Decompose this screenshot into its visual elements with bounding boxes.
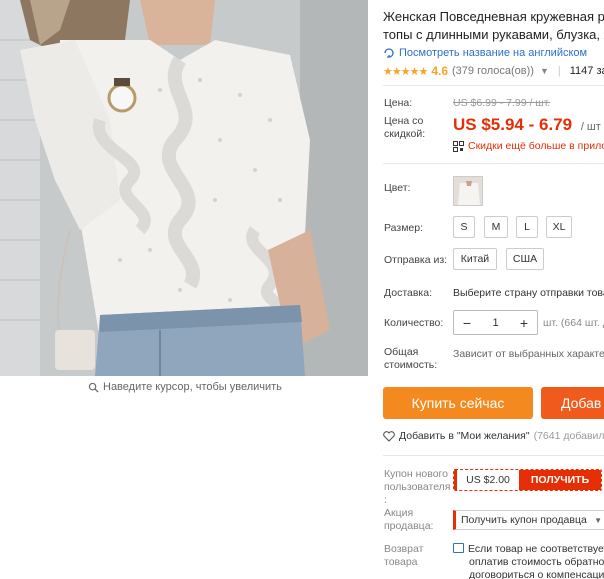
divider bbox=[383, 455, 604, 456]
size-option-s[interactable]: S bbox=[453, 216, 475, 238]
quantity-input[interactable]: 1 bbox=[492, 317, 498, 329]
divider bbox=[383, 163, 604, 164]
size-label: Размер: bbox=[384, 222, 424, 234]
divider bbox=[383, 85, 604, 86]
product-title-line-1: Женская Повседневная кружевная ру bbox=[383, 9, 604, 24]
discount-price: US $5.94 - 6.79 / шт bbox=[453, 115, 601, 135]
total-label: Общая стоимость: bbox=[384, 346, 438, 371]
size-option-l[interactable]: L bbox=[516, 216, 538, 238]
return-text-2: оплатив стоимость обратно bbox=[469, 556, 604, 568]
color-label: Цвет: bbox=[384, 182, 411, 194]
return-text-3: договориться о компенсаци bbox=[469, 569, 604, 579]
product-main-image[interactable] bbox=[0, 0, 368, 376]
magnifier-icon bbox=[88, 382, 99, 393]
new-user-coupon-label: Купон нового пользователя : bbox=[384, 468, 451, 506]
add-to-cart-button[interactable]: Добав bbox=[541, 387, 604, 419]
new-user-coupon: US $2.00 ПОЛУЧИТЬ bbox=[453, 469, 602, 491]
ship-from-china[interactable]: Китай bbox=[453, 248, 497, 270]
app-discount-link[interactable]: Скидки ещё больше в прило bbox=[453, 140, 604, 152]
price-unit: / шт bbox=[580, 121, 601, 133]
zoom-hint: Наведите курсор, чтобы увеличить bbox=[88, 381, 282, 393]
quantity-stepper: − 1 + bbox=[453, 310, 538, 335]
wishlist-count: (7641 добавили bbox=[533, 430, 604, 442]
translate-icon bbox=[384, 48, 394, 58]
qr-code-icon bbox=[453, 140, 464, 152]
quantity-label: Количество: bbox=[384, 317, 444, 329]
discount-price-label: Цена со скидкой: bbox=[384, 115, 426, 140]
old-price: US $6.99 - 7.99 / шт. bbox=[453, 97, 551, 109]
return-label: Возврат товара bbox=[384, 543, 424, 568]
rating-row: ★★★★★ 4.6 (379 голоса(ов)) ▼ | 1147 за bbox=[383, 64, 604, 78]
return-policy-icon bbox=[453, 543, 464, 553]
price-label: Цена: bbox=[384, 97, 413, 109]
coupon-amount: US $2.00 bbox=[454, 470, 519, 490]
seller-coupon-select[interactable]: Получить купон продавца ▼ bbox=[453, 510, 604, 530]
return-text-1: Если товар не соответствует bbox=[468, 543, 604, 555]
quantity-increase-button[interactable]: + bbox=[517, 315, 531, 331]
chevron-down-icon: ▼ bbox=[594, 515, 602, 525]
wishlist-text: Добавить в "Мои желания" bbox=[399, 430, 530, 442]
product-title-line-2: топы с длинными рукавами, блузка, ж bbox=[383, 27, 604, 42]
delivery-label: Доставка: bbox=[384, 287, 433, 299]
product-photo-illustration bbox=[0, 0, 368, 376]
total-value: Зависит от выбранных характер bbox=[453, 348, 604, 360]
color-swatch-white[interactable] bbox=[453, 176, 483, 206]
size-option-xl[interactable]: XL bbox=[546, 216, 572, 238]
discount-price-value: US $5.94 - 6.79 bbox=[453, 115, 573, 134]
wishlist-link[interactable]: Добавить в "Мои желания" (7641 добавили bbox=[383, 430, 604, 442]
get-coupon-button[interactable]: ПОЛУЧИТЬ bbox=[519, 470, 601, 490]
delivery-value: Выберите страну отправки това bbox=[453, 287, 604, 299]
quantity-decrease-button[interactable]: − bbox=[460, 315, 474, 331]
size-option-m[interactable]: M bbox=[484, 216, 508, 238]
ship-from-label: Отправка из: bbox=[384, 254, 448, 266]
return-policy: Если товар не соответствует оплатив стои… bbox=[453, 543, 604, 579]
zoom-hint-text: Наведите курсор, чтобы увеличить bbox=[103, 381, 282, 393]
translate-title-text: Посмотреть название на английском bbox=[399, 47, 588, 59]
rating-value: 4.6 bbox=[431, 64, 448, 78]
seller-promo-label: Акция продавца: bbox=[384, 507, 434, 532]
rating-stars-icon: ★★★★★ bbox=[383, 65, 428, 78]
chevron-down-icon[interactable]: ▼ bbox=[540, 66, 549, 76]
color-swatch-image bbox=[454, 177, 482, 205]
votes-link[interactable]: (379 голоса(ов)) bbox=[452, 65, 534, 77]
ship-from-usa[interactable]: США bbox=[506, 248, 544, 270]
app-discount-text: Скидки ещё больше в прило bbox=[468, 140, 604, 152]
translate-title-link[interactable]: Посмотреть название на английском bbox=[383, 47, 587, 59]
orders-count: 1147 за bbox=[569, 65, 604, 77]
product-info-panel: Женская Повседневная кружевная ру топы с… bbox=[383, 0, 604, 579]
product-title: Женская Повседневная кружевная ру топы с… bbox=[383, 8, 604, 44]
divider: | bbox=[557, 65, 561, 77]
quantity-available: шт. (664 шт. д bbox=[543, 317, 604, 329]
heart-icon bbox=[383, 430, 395, 442]
buy-now-button[interactable]: Купить сейчас bbox=[383, 387, 533, 419]
seller-coupon-text: Получить купон продавца bbox=[461, 514, 587, 526]
